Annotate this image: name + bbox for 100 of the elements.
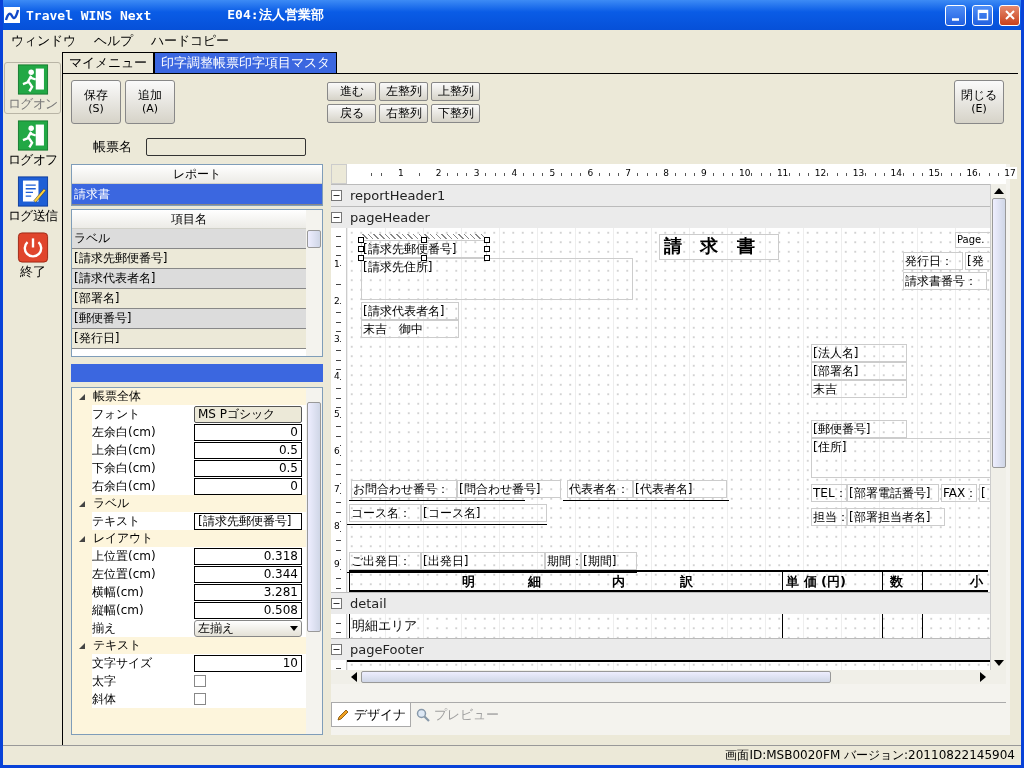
scroll-left-icon[interactable]: [351, 672, 357, 682]
menu-item[interactable]: ウィンドウ: [11, 32, 76, 50]
report-field[interactable]: TEL：: [811, 484, 847, 502]
input-field[interactable]: 3.281: [194, 583, 302, 601]
toolbar-button[interactable]: 保存 (S): [71, 80, 121, 124]
input-field[interactable]: 0.318: [194, 547, 302, 565]
checkbox[interactable]: [194, 675, 206, 687]
close-button[interactable]: [999, 4, 1020, 26]
ruler-number: 16: [965, 167, 979, 179]
collapse-icon[interactable]: [331, 644, 342, 655]
input-field[interactable]: 0.344: [194, 565, 302, 583]
expand-triangle-icon[interactable]: [78, 534, 86, 543]
vertical-scrollbar[interactable]: [306, 388, 322, 734]
input-field[interactable]: 0.5: [194, 459, 302, 477]
sidebar-button[interactable]: 終了: [4, 230, 61, 282]
report-field[interactable]: [出発日]: [421, 552, 545, 570]
align-button[interactable]: 右整列: [379, 103, 428, 123]
expand-triangle-icon[interactable]: [78, 499, 86, 508]
align-button[interactable]: 下整列: [431, 103, 480, 123]
report-field[interactable]: 請求書番号：: [903, 272, 987, 290]
input-field[interactable]: 0.5: [194, 441, 302, 459]
tab[interactable]: 印字調整帳票印字項目マスタ: [154, 52, 337, 73]
report-field[interactable]: [部署電話番号]: [847, 484, 939, 502]
report-field[interactable]: [請求先住所]: [361, 258, 633, 300]
maximize-button[interactable]: [972, 4, 993, 26]
resize-handle[interactable]: [421, 255, 427, 261]
report-field[interactable]: 担当：: [811, 508, 847, 526]
align-button[interactable]: 上整列: [431, 81, 480, 101]
report-field[interactable]: [代表者名]: [633, 480, 727, 498]
report-field[interactable]: お問合わせ番号：: [351, 480, 457, 498]
input-field[interactable]: 0: [194, 477, 302, 495]
property-label: 上位置(cm): [92, 547, 157, 565]
dropdown[interactable]: 左揃え: [194, 619, 302, 637]
align-button[interactable]: 左整列: [379, 81, 428, 101]
form-name-field[interactable]: [146, 138, 306, 156]
expand-triangle-icon[interactable]: [78, 641, 86, 650]
report-field[interactable]: [郵便番号]: [811, 420, 907, 438]
scroll-right-icon[interactable]: [980, 672, 986, 682]
report-field[interactable]: [コース名]: [421, 504, 547, 522]
report-field[interactable]: ご出発日：: [349, 552, 421, 570]
property-label: 横幅(cm): [92, 583, 145, 601]
report-field[interactable]: [法人名]: [811, 344, 907, 362]
vertical-scrollbar[interactable]: [306, 210, 322, 356]
report-field[interactable]: [期間]: [581, 552, 637, 570]
collapse-icon[interactable]: [331, 212, 342, 223]
close-form-button[interactable]: 閉じる (E): [954, 80, 1004, 124]
report-field[interactable]: [部署名]: [811, 362, 907, 380]
tab[interactable]: マイメニュー: [62, 52, 154, 73]
vertical-scrollbar[interactable]: [990, 184, 1006, 670]
align-button[interactable]: 進む: [327, 81, 376, 101]
list-item[interactable]: [請求代表者名]: [72, 269, 306, 289]
input-field[interactable]: [請求先郵便番号]: [194, 512, 302, 530]
input-field[interactable]: 0: [194, 423, 302, 441]
table-header-label: 内: [612, 573, 625, 591]
section-header[interactable]: detail: [331, 592, 990, 614]
report-field[interactable]: [住所]: [811, 438, 990, 478]
section-header[interactable]: pageHeader: [331, 206, 990, 228]
report-field[interactable]: 末吉 御中: [361, 320, 459, 338]
input-field[interactable]: 10: [194, 654, 302, 672]
horizontal-scrollbar[interactable]: [331, 670, 1006, 684]
list-item[interactable]: [請求先郵便番号]: [72, 249, 306, 269]
list-item[interactable]: [発行日]: [72, 329, 306, 349]
section-header[interactable]: pageFooter: [331, 638, 990, 660]
scroll-down-icon[interactable]: [993, 660, 1004, 666]
form-name-label: 帳票名: [93, 138, 132, 156]
report-field[interactable]: 発行日：: [903, 252, 963, 270]
menu-item[interactable]: ヘルプ: [94, 32, 133, 50]
report-field[interactable]: 明細エリア: [352, 617, 417, 635]
list-item[interactable]: ラベル: [72, 229, 306, 249]
checkbox[interactable]: [194, 693, 206, 705]
menu-item[interactable]: ハードコピー: [151, 32, 229, 50]
dropdown-arrow-icon: [290, 625, 298, 631]
minimize-button[interactable]: [945, 4, 966, 26]
scroll-up-icon[interactable]: [993, 188, 1004, 194]
report-field[interactable]: 代表者名：: [567, 480, 633, 498]
tab[interactable]: デザイナ: [331, 703, 411, 727]
report-field[interactable]: コース名：: [349, 504, 421, 522]
sidebar-button[interactable]: ログオフ: [4, 118, 61, 170]
collapse-icon[interactable]: [331, 598, 342, 609]
report-field[interactable]: FAX：: [941, 484, 977, 502]
list-item[interactable]: [郵便番号]: [72, 309, 306, 329]
align-button[interactable]: 戻る: [327, 103, 376, 123]
table-header-label: 数: [890, 573, 903, 591]
sidebar-button[interactable]: ログ送信: [4, 174, 61, 226]
report-field[interactable]: [請求代表者名]: [361, 302, 459, 320]
list-item[interactable]: [部署名]: [72, 289, 306, 309]
collapse-icon[interactable]: [331, 190, 342, 201]
list-item[interactable]: 請求書: [72, 184, 322, 205]
input-field[interactable]: 0.508: [194, 601, 302, 619]
report-field[interactable]: 請 求 書: [659, 234, 779, 260]
ruler-number: 3: [334, 332, 340, 345]
resize-handle[interactable]: [421, 237, 427, 243]
group-label: テキスト: [93, 637, 141, 654]
section-header[interactable]: reportHeader1: [331, 184, 990, 206]
expand-triangle-icon[interactable]: [78, 392, 86, 401]
report-field[interactable]: [部署担当者名]: [847, 508, 945, 526]
toolbar-button[interactable]: 追加 (A): [125, 80, 175, 124]
report-field[interactable]: [問合わせ番号]: [457, 480, 561, 498]
report-field[interactable]: 期間：: [545, 552, 581, 570]
report-field[interactable]: 末吉: [811, 380, 907, 398]
